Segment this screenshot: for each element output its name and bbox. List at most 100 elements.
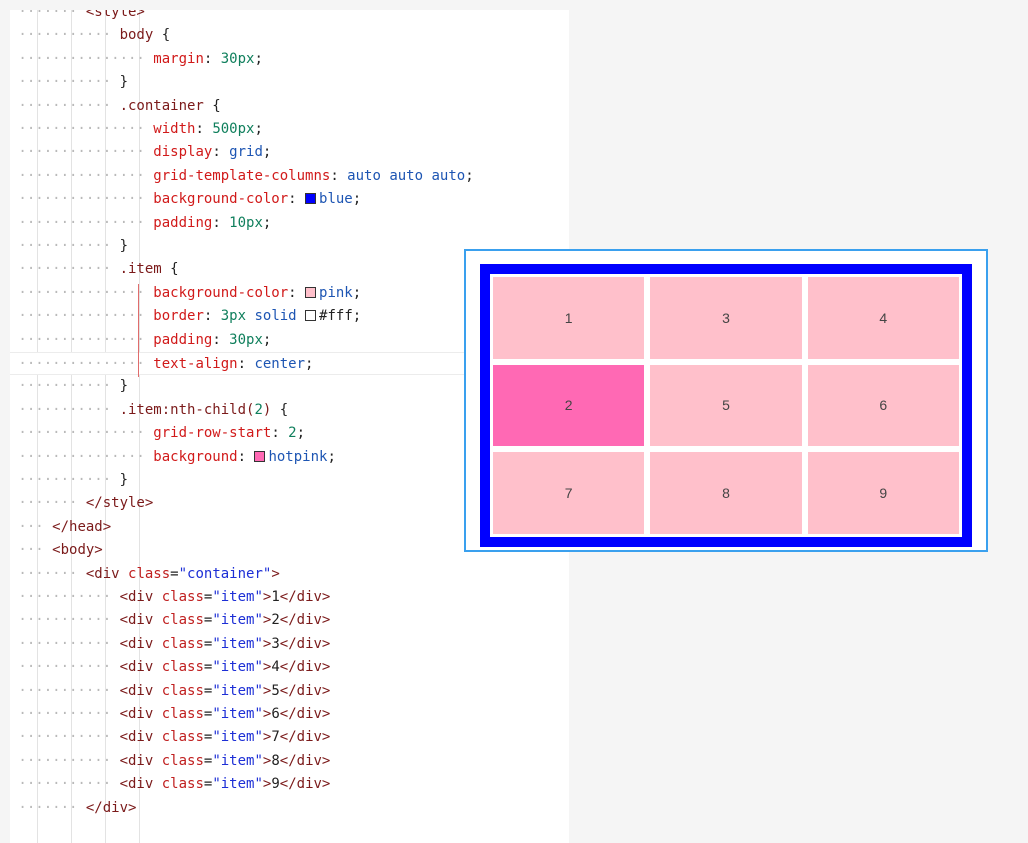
code-token: "item" [212,776,263,793]
code-token: </div> [279,659,331,676]
whitespace-dots: ··········· [10,752,120,769]
code-token: <div [119,682,162,699]
code-token: </div> [279,635,331,652]
code-token: #fff; [319,308,362,325]
code-token: : [203,308,221,325]
code-line[interactable]: ··············· border: 3px solid #fff; [10,305,361,328]
code-line[interactable]: ··········· <div class="item">6</div> [10,703,330,726]
code-token: ; [296,425,306,442]
code-token: <div [119,752,162,769]
code-token: : [237,356,255,372]
code-token: </div> [279,752,331,769]
color-swatch[interactable] [305,286,317,298]
code-token: : [212,144,230,161]
whitespace-dots: ··········· [10,378,120,395]
code-token: <div [119,776,162,793]
code-line[interactable]: ··········· .container { [10,95,220,118]
code-line[interactable]: ··········· <div class="item">2</div> [10,609,330,632]
code-token: </div> [279,612,331,629]
render-preview: 123456 789 [464,249,988,552]
code-token: padding [153,214,213,231]
code-token: 1 [271,589,280,605]
whitespace-dots: ··········· [10,612,120,629]
code-line[interactable]: ··········· } [10,469,128,492]
whitespace-dots: ··········· [10,635,120,652]
code-token: 7 [271,729,280,746]
code-line[interactable]: ··············· display: grid; [10,141,271,164]
code-line[interactable]: ··········· .item { [10,258,178,281]
code-token: ; [327,448,336,465]
grid-container: 123456 789 [480,264,972,547]
code-line[interactable]: ··· <body> [10,539,102,562]
code-line[interactable]: ··········· } [10,71,128,94]
code-line[interactable]: ······· <div class="container"> [10,563,280,586]
code-token: 2 [271,612,280,629]
code-token: : [288,284,306,301]
whitespace-dots: ··········· [10,74,120,91]
code-token: } [119,74,129,91]
code-line[interactable]: ··········· body { [10,24,170,47]
code-token: <div [119,659,162,676]
code-line[interactable]: ··············· background: hotpink; [10,446,336,469]
code-line[interactable]: ··············· grid-row-start: 2; [10,422,305,445]
color-swatch[interactable] [305,310,317,322]
code-line[interactable]: ··· </head> [10,516,111,539]
code-token: 10px [229,214,263,231]
code-token: </head> [52,518,112,535]
code-line[interactable]: ··············· background-color: blue; [10,188,361,211]
code-line[interactable]: ··········· <div class="item">3</div> [10,633,330,656]
code-token: ; [305,356,314,372]
whitespace-dots: ··········· [10,97,120,114]
grid-item: 2 [490,361,648,450]
code-line[interactable]: ··········· <div class="item">5</div> [10,680,330,703]
code-line[interactable]: ··············· grid-template-columns: a… [10,165,474,188]
code-token: padding [153,331,213,348]
code-line[interactable]: ··············· width: 500px; [10,118,262,141]
grid-item: 9 [804,449,962,537]
code-token: > [271,565,280,582]
code-token: class [161,752,204,769]
code-token: : [330,167,348,184]
code-line[interactable]: ··········· } [10,235,128,258]
whitespace-dots: ······· [10,495,86,512]
code-line[interactable]: ··········· <div class="item">9</div> [10,773,330,796]
whitespace-dots: ··············· [10,356,154,372]
whitespace-dots: ··············· [10,331,154,348]
code-line[interactable]: ··········· <div class="item">1</div> [10,586,330,609]
code-token: class [161,729,204,746]
code-token: text-align [153,356,238,372]
code-line[interactable]: ··········· } [10,375,128,398]
color-swatch[interactable] [305,193,317,205]
code-line[interactable]: ··············· background-color: pink; [10,282,361,305]
color-swatch[interactable] [254,450,266,462]
code-line[interactable]: ··············· padding: 10px; [10,212,271,235]
code-token: 2 [288,425,297,442]
code-line[interactable]: ··········· .item:nth-child(2) { [10,399,288,422]
code-line[interactable]: ··········· <div class="item">8</div> [10,750,330,773]
code-token: </div> [279,589,331,605]
code-token: class [161,706,204,722]
code-line[interactable]: ······· <style> [10,10,144,24]
code-line[interactable]: ··········· <div class="item">7</div> [10,726,330,749]
code-line[interactable]: ······· </div> [10,797,136,820]
code-token: background-color [153,191,289,208]
code-token: .container [119,97,204,114]
grid-item: 5 [647,361,805,450]
code-line[interactable]: ······· </style> [10,492,153,515]
whitespace-dots: ··········· [10,27,120,44]
code-line[interactable]: ··············· padding: 30px; [10,329,271,352]
code-token: 5 [271,682,280,699]
whitespace-dots: ··········· [10,682,120,699]
code-token: background-color [153,284,289,301]
whitespace-dots: ··············· [10,308,154,325]
code-token: display [153,144,213,161]
code-token: 30px [229,331,263,348]
code-line[interactable]: ··········· <div class="item">4</div> [10,656,330,679]
code-token: grid-row-start [153,425,272,442]
code-token: width [153,121,196,137]
code-token: ; [465,167,474,184]
code-token: margin [153,50,204,67]
grid-item: 8 [647,449,805,537]
grid-item: 6 [804,361,962,450]
code-line[interactable]: ··············· margin: 30px; [10,48,262,71]
